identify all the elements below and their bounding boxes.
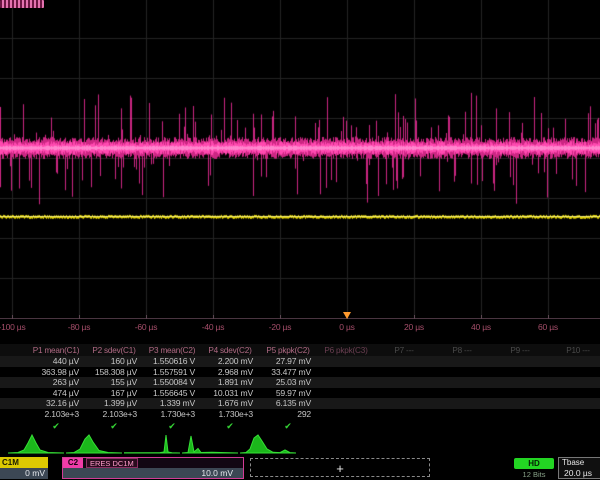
channel2-vdiv: 10.0 mV — [63, 468, 243, 478]
stat-sdev-cell: 6.135 mV — [259, 398, 317, 409]
status-check-icon: ✔ — [143, 420, 201, 432]
status-check-icon: ✔ — [85, 420, 143, 432]
stat-min-cell: 1.891 mV — [201, 377, 259, 388]
param-header-10[interactable]: P10 --- — [549, 344, 600, 356]
stat-num-cell: 1.730e+3 — [201, 409, 259, 420]
channel1-descriptor[interactable]: C1M 0 mV — [0, 457, 48, 479]
param-header-6[interactable]: P6 pkpk(C3) — [317, 344, 375, 356]
timebase-scale: 20.0 µs — [559, 468, 600, 478]
waveform-canvas — [0, 0, 600, 320]
timebase-descriptor[interactable]: Tbase 20.0 µs — [558, 457, 600, 479]
stat-num-cell: 2.103e+3 — [27, 409, 85, 420]
stat-mean-cell: 363.98 µV — [27, 367, 85, 378]
stat-value-cell: 2.200 mV — [201, 356, 259, 367]
stat-mean-cell: 1.557591 V — [143, 367, 201, 378]
stat-sdev-cell: 1.676 mV — [201, 398, 259, 409]
P4-histogram — [182, 433, 238, 456]
axis-tick — [548, 315, 549, 319]
axis-tick — [146, 315, 147, 319]
status-check-icon: ✔ — [259, 420, 317, 432]
stat-max-cell: 474 µV — [27, 388, 85, 399]
param-header-1[interactable]: P1 mean(C1) — [27, 344, 85, 356]
param-header-5[interactable]: P5 pkpk(C2) — [259, 344, 317, 356]
P5-histogram — [240, 433, 296, 456]
stat-mean-cell: 158.308 µV — [85, 367, 143, 378]
stat-sdev-cell: 1.339 mV — [143, 398, 201, 409]
stat-min-cell: 25.03 mV — [259, 377, 317, 388]
hd-mode-badge[interactable]: HD — [514, 458, 554, 469]
measurement-table: P1 mean(C1)P2 sdev(C1)P3 mean(C2)P4 sdev… — [0, 344, 600, 432]
stat-sdev-cell: 1.399 µV — [85, 398, 143, 409]
axis-tick — [481, 315, 482, 319]
status-check-icon: ✔ — [27, 420, 85, 432]
bottom-status-bar: C1M 0 mV C2 ERES DC1M 10.0 mV + HD 12 Bi… — [0, 456, 600, 480]
status-check-icon: ✔ — [201, 420, 259, 432]
channel1-label: C1M — [0, 457, 48, 468]
stat-value-cell: 160 µV — [85, 356, 143, 367]
trigger-time-marker-icon[interactable] — [343, 312, 351, 319]
channel2-label: C2 — [63, 458, 83, 468]
param-header-7[interactable]: P7 --- — [375, 344, 433, 356]
axis-tick — [213, 315, 214, 319]
channel2-coupling-tags: ERES DC1M — [86, 458, 138, 468]
channel1-vdiv: 0 mV — [0, 468, 48, 479]
stat-min-cell: 1.550084 V — [143, 377, 201, 388]
stat-value-cell: 440 µV — [27, 356, 85, 367]
axis-label: -60 µs — [135, 322, 158, 332]
corner-badge — [0, 0, 44, 8]
param-header-3[interactable]: P3 mean(C2) — [143, 344, 201, 356]
stat-value-cell: 27.97 mV — [259, 356, 317, 367]
stat-min-cell: 155 µV — [85, 377, 143, 388]
axis-tick — [79, 315, 80, 319]
stat-num-cell: 2.103e+3 — [85, 409, 143, 420]
axis-label: -20 µs — [269, 322, 292, 332]
P1-histogram — [8, 433, 64, 456]
add-trace-button[interactable]: + — [250, 458, 430, 477]
param-header-4[interactable]: P4 sdev(C2) — [201, 344, 259, 356]
waveform-grid[interactable] — [0, 0, 600, 320]
stat-max-cell: 167 µV — [85, 388, 143, 399]
axis-label: -100 µs — [0, 322, 26, 332]
stat-max-cell: 1.556645 V — [143, 388, 201, 399]
stat-min-cell: 263 µV — [27, 377, 85, 388]
P2-histogram — [66, 433, 122, 456]
stat-max-cell: 10.031 mV — [201, 388, 259, 399]
stat-sdev-cell: 32.16 µV — [27, 398, 85, 409]
time-axis-line — [0, 318, 600, 319]
axis-label: 20 µs — [404, 322, 424, 332]
stat-mean-cell: 33.477 mV — [259, 367, 317, 378]
stat-max-cell: 59.97 mV — [259, 388, 317, 399]
axis-tick — [12, 315, 13, 319]
timebase-label: Tbase — [559, 458, 600, 468]
axis-tick — [414, 315, 415, 319]
stat-num-cell: 1.730e+3 — [143, 409, 201, 420]
param-header-2[interactable]: P2 sdev(C1) — [85, 344, 143, 356]
axis-label: -80 µs — [68, 322, 91, 332]
axis-label: 60 µs — [538, 322, 558, 332]
histicon-row — [0, 433, 600, 456]
stat-num-cell: 292 — [259, 409, 317, 420]
param-header-9[interactable]: P9 --- — [491, 344, 549, 356]
stat-value-cell: 1.550616 V — [143, 356, 201, 367]
axis-label: 40 µs — [471, 322, 491, 332]
param-header-8[interactable]: P8 --- — [433, 344, 491, 356]
axis-label: -40 µs — [202, 322, 225, 332]
stat-mean-cell: 2.968 mV — [201, 367, 259, 378]
P3-histogram — [124, 433, 180, 456]
channel2-descriptor[interactable]: C2 ERES DC1M 10.0 mV — [62, 457, 244, 479]
axis-label: 0 µs — [339, 322, 354, 332]
oscilloscope-screen: -100 µs -80 µs -60 µs -40 µs -20 µs 0 µs 20 µs… — [0, 0, 600, 480]
hd-bits-label: 12 Bits — [514, 470, 554, 479]
axis-tick — [280, 315, 281, 319]
